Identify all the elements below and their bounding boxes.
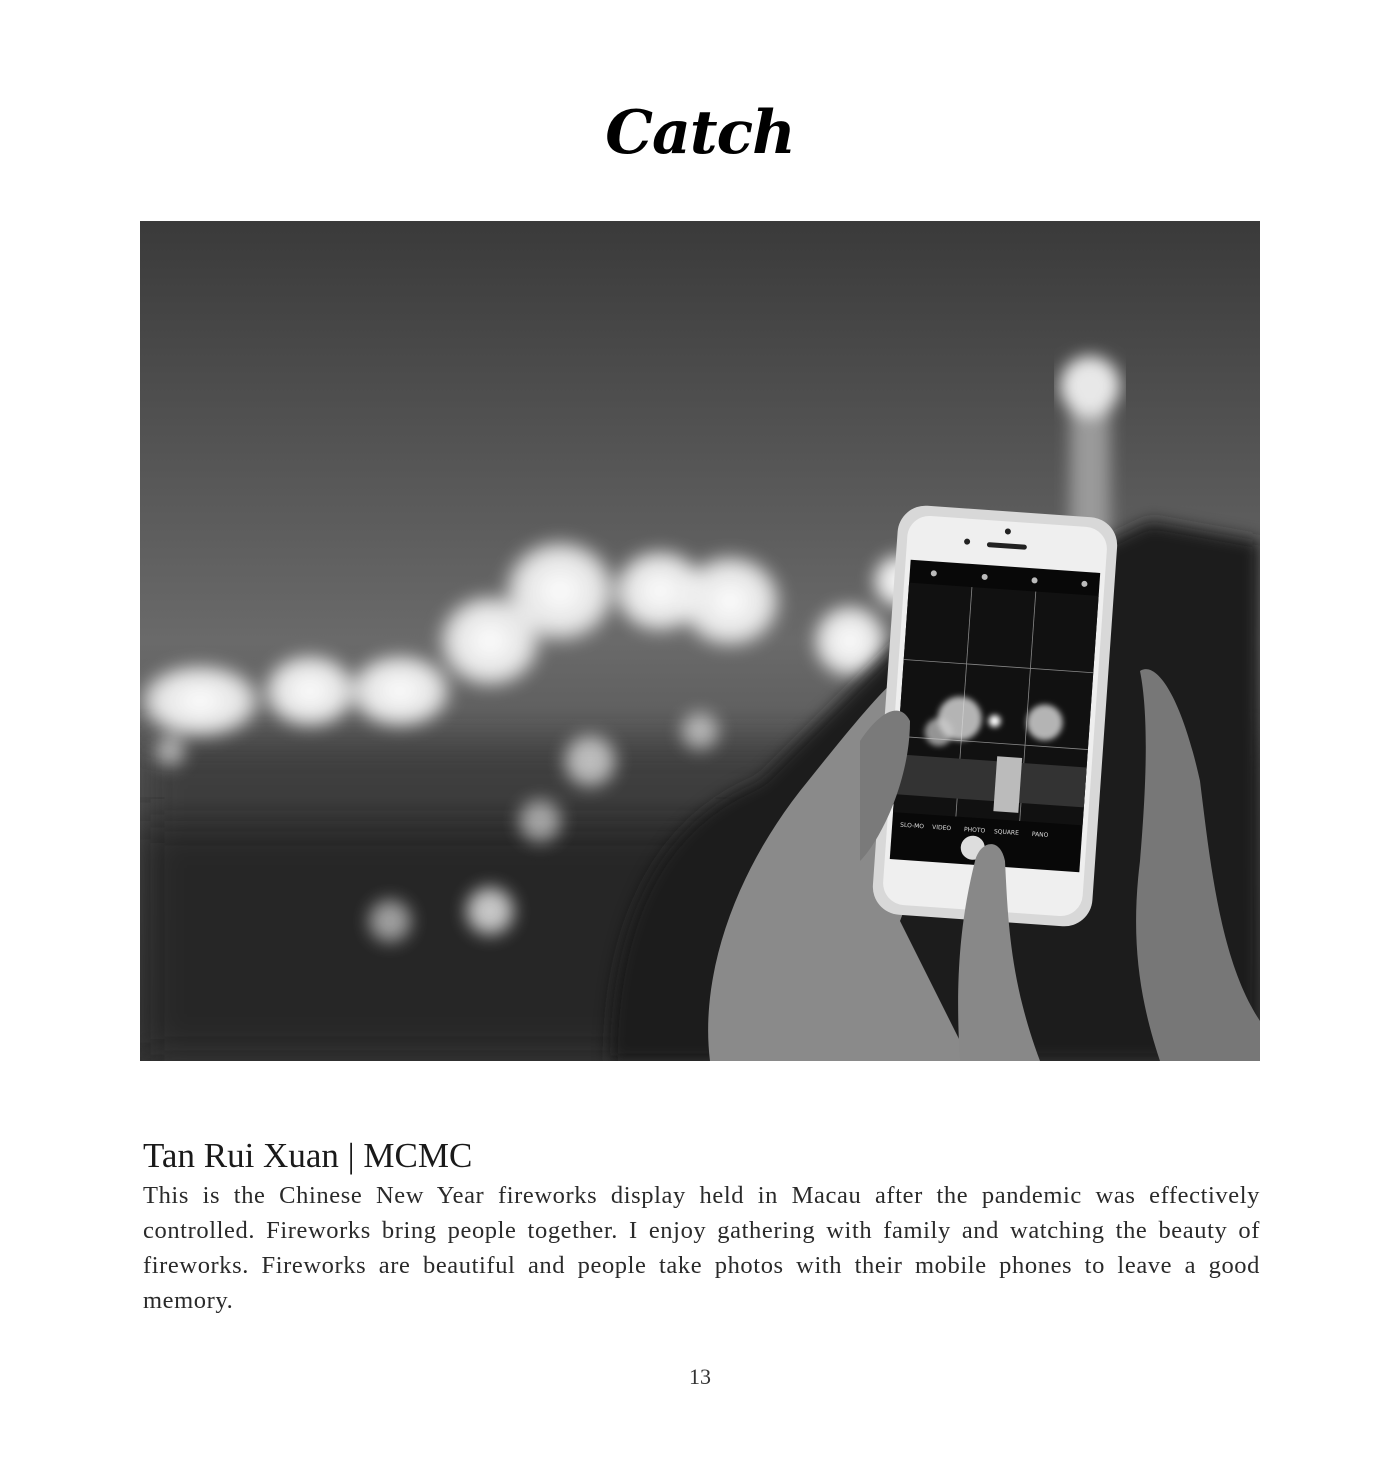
camera-mode-video: VIDEO: [932, 824, 952, 832]
page-number: 13: [689, 1364, 711, 1389]
author-line: Tan Rui Xuan | MCMC: [143, 1136, 473, 1175]
page-title: Catch: [605, 98, 796, 168]
camera-mode-pano: PANO: [1032, 831, 1049, 839]
photo-fireworks-phone: SLO-MO VIDEO PHOTO SQUARE PANO: [140, 221, 1260, 1061]
camera-mode-photo: PHOTO: [964, 826, 986, 834]
photo-caption: This is the Chinese New Year fireworks d…: [143, 1182, 1260, 1314]
